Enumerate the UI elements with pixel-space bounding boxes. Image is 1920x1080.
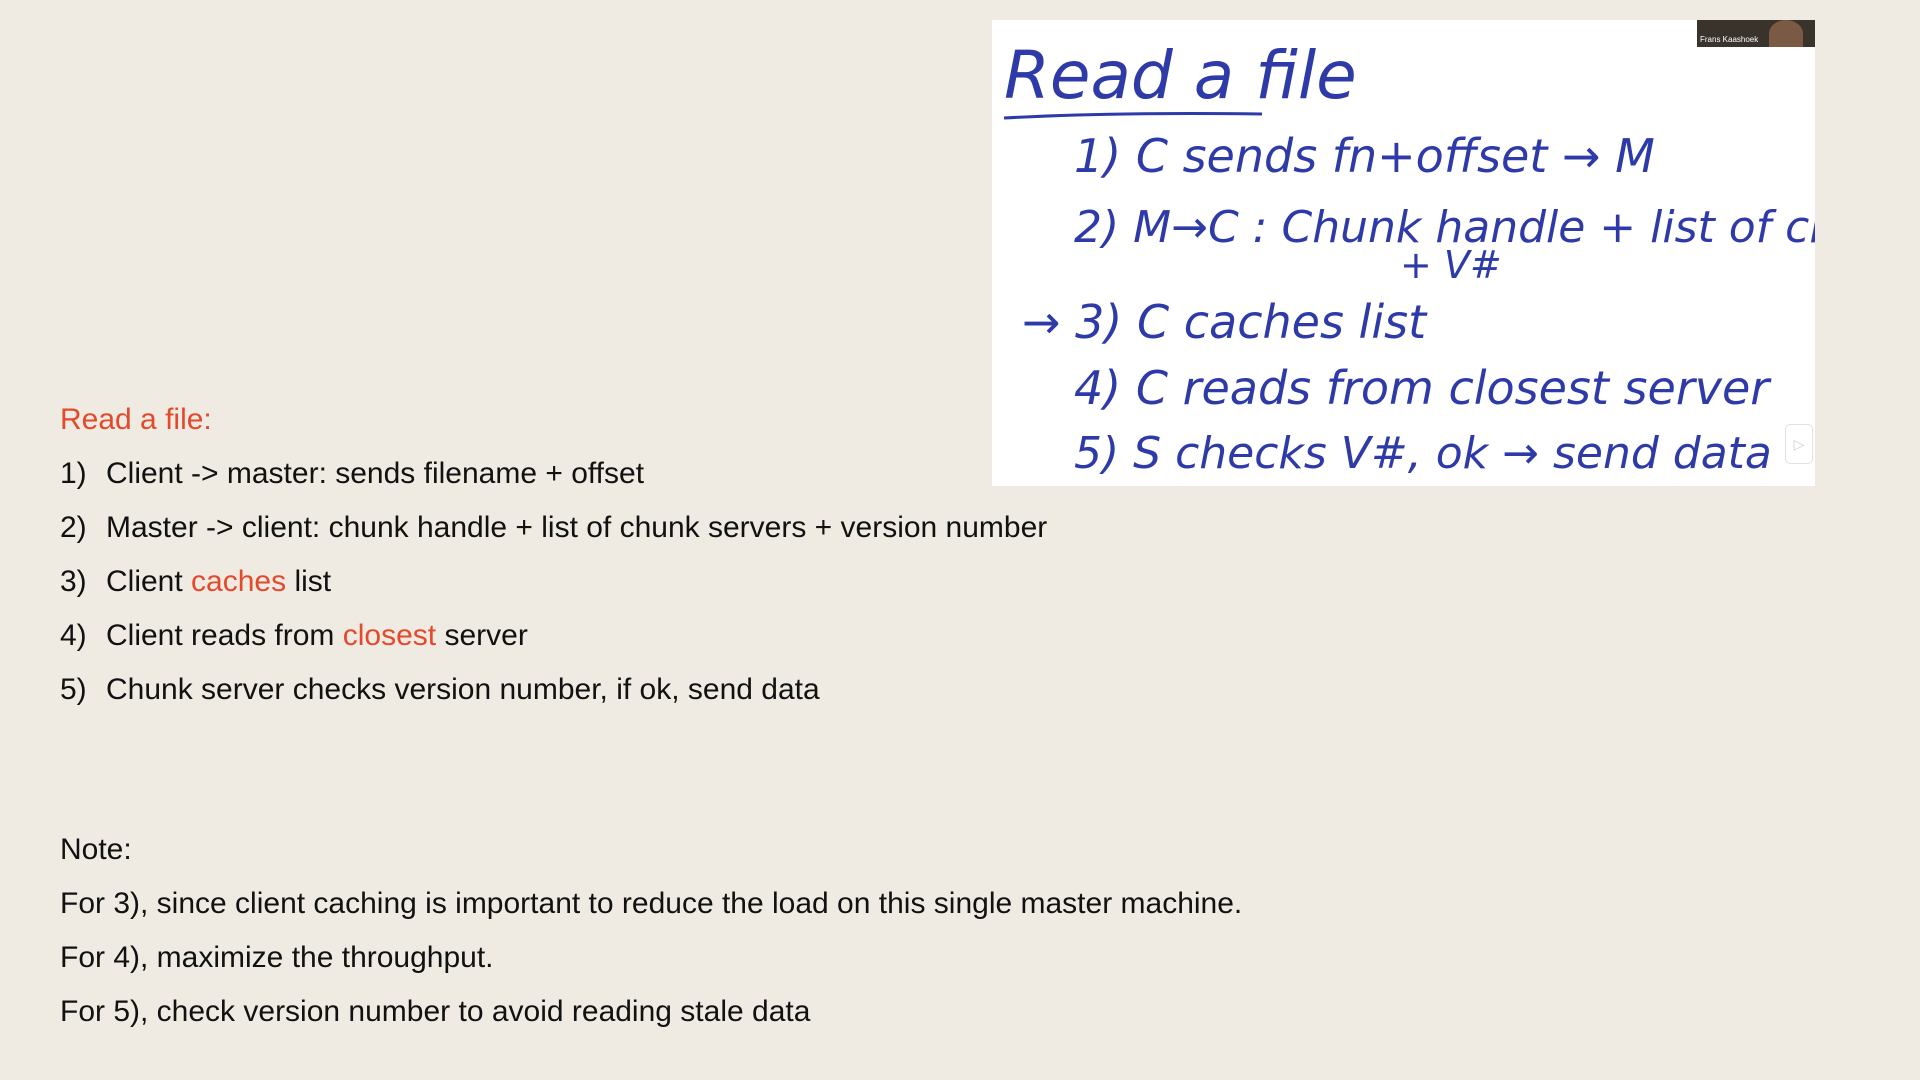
step-text: Master -> client: chunk handle + list of… [106,511,1048,544]
play-icon[interactable]: ▷ [1785,424,1813,464]
step-1: 1) Client -> master: sends filename + off… [60,447,1047,501]
whiteboard-line-2b: + V# [1400,243,1502,287]
note-line-2: For 4), maximize the throughput. [60,941,494,974]
speaker-silhouette [1769,20,1803,47]
step-4: 4) Client reads from closest server [60,609,1047,663]
step-text-tail: list [286,565,332,598]
whiteboard-line-1: 1) C sends fn+offset → M [1074,129,1655,183]
step-2: 2) Master -> client: chunk handle + list … [60,501,1047,555]
step-3: 3) Client caches list [60,555,1047,609]
whiteboard-title: Read a file [1004,37,1357,114]
steps-section: Read a file: 1) Client -> master: sends f… [60,393,1047,717]
note-section: Note: For 3), since client caching is im… [60,823,1242,1039]
step-number: 1) [60,457,87,490]
note-title: Note: [60,833,132,866]
step-text: Chunk server checks version number, if o… [106,673,820,706]
note-line-1: For 3), since client caching is importan… [60,887,1243,920]
whiteboard-line-5: 5) S checks V#, ok → send data [1074,428,1772,479]
step-text-tail: server [436,619,528,652]
step-number: 3) [60,565,87,598]
video-thumbnail: Frans Kaashoek [1697,20,1815,47]
highlight-caches: caches [191,565,287,598]
highlight-closest: closest [342,619,437,652]
step-text: Client -> master: sends filename + offse… [106,457,645,490]
step-text: Client [106,565,192,598]
step-number: 2) [60,511,87,544]
whiteboard-image: Read a file 1) C sends fn+offset → M 2) … [992,20,1815,486]
section-heading: Read a file: [60,403,212,436]
step-number: 4) [60,619,87,652]
whiteboard-line-3: → 3) C caches list [1022,295,1428,349]
step-text: Client reads from [106,619,343,652]
note-line-3: For 5), check version number to avoid re… [60,995,811,1028]
title-underline [1003,112,1263,120]
whiteboard-line-4: 4) C reads from closest server [1074,361,1772,415]
handwriting-canvas: Read a file 1) C sends fn+offset → M 2) … [1003,37,1815,479]
video-label: Frans Kaashoek [1700,35,1759,44]
step-number: 5) [60,673,87,706]
step-5: 5) Chunk server checks version number, if… [60,663,1047,717]
